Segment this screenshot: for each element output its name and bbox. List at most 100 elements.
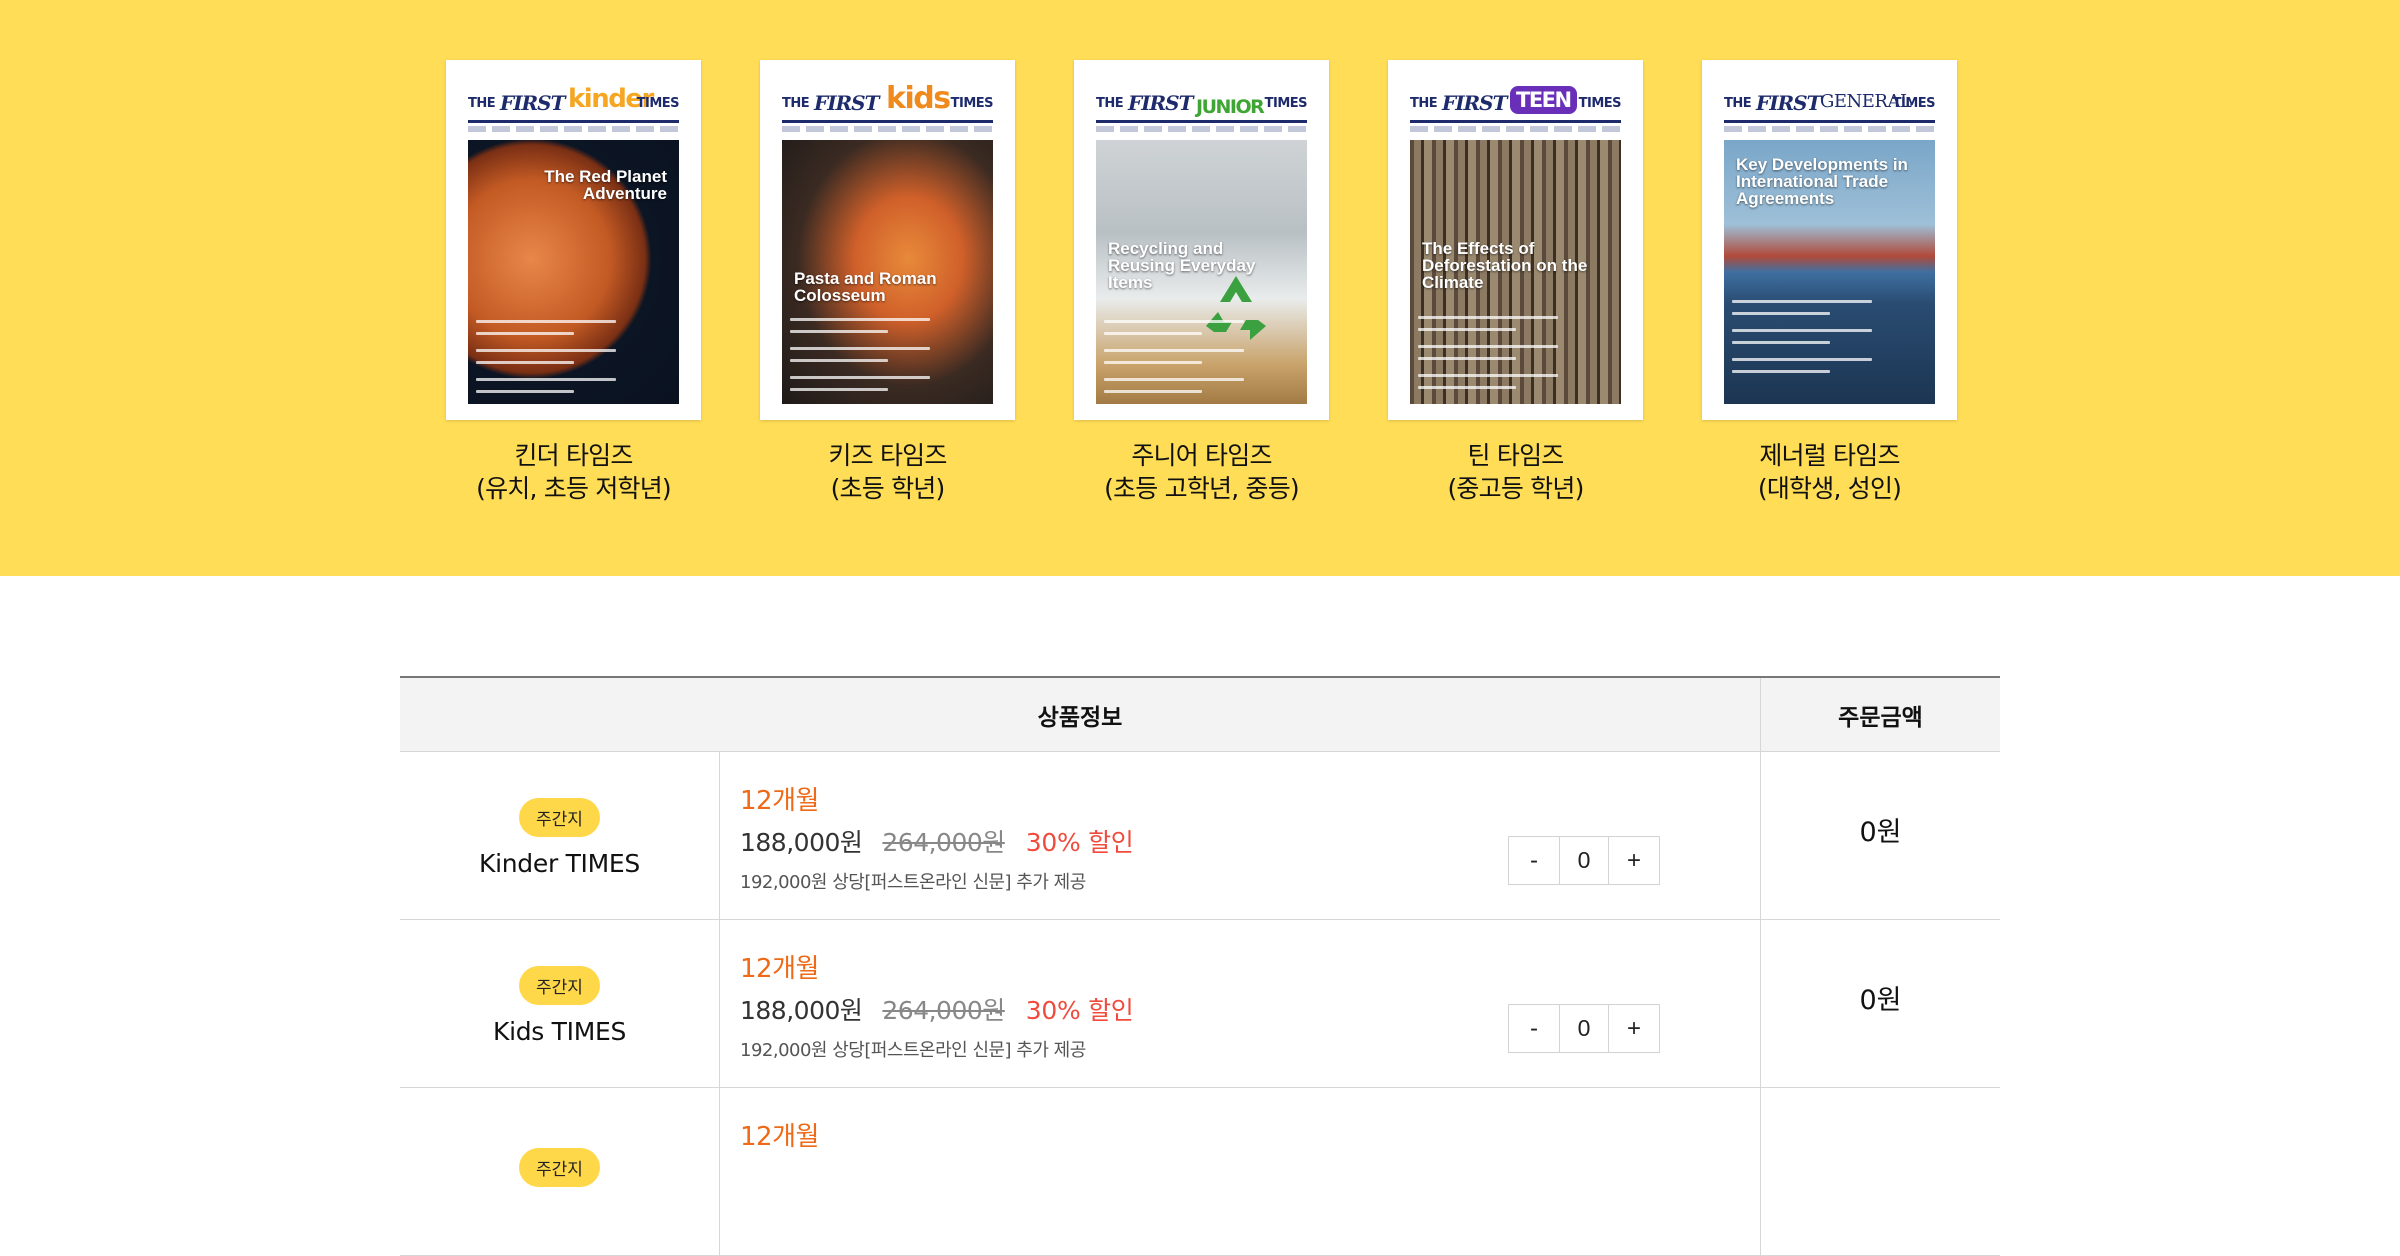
order-amount: 0원 <box>1760 752 2000 919</box>
frequency-badge: 주간지 <box>519 1148 600 1187</box>
masthead-brand: TEEN <box>1510 86 1577 114</box>
discount-label: 30% 할인 <box>1025 996 1134 1025</box>
cover-caption: 킨더 타임즈 (유치, 초등 저학년) <box>476 439 672 505</box>
frequency-badge: 주간지 <box>519 965 600 1005</box>
masthead: THE FIRST JUNIOR TIMES <box>1096 74 1308 132</box>
sale-price: 188,000원 <box>740 828 863 857</box>
masthead-first: FIRST <box>1128 91 1194 115</box>
masthead-rule <box>1410 120 1621 123</box>
cover-caption: 틴 타임즈 (중고등 학년) <box>1447 439 1584 505</box>
plan-info-cell: 12개월 188,000원 264,000원 30% 할인 192,000원 상… <box>720 920 1760 1087</box>
cover-audience: (초등 고학년, 중등) <box>1104 474 1300 503</box>
plan-info-cell: 12개월 188,000원 264,000원 30% 할인 192,000원 상… <box>720 752 1760 919</box>
cover-caption: 키즈 타임즈 (초등 학년) <box>828 439 947 505</box>
masthead-first: FIRST <box>1756 91 1822 115</box>
quantity-stepper: - 0 + <box>1508 1004 1660 1053</box>
cover-photo-ship: Key Developments in International Trade … <box>1724 140 1935 404</box>
plan-duration: 12개월 <box>740 1122 819 1152</box>
cover-toc <box>790 318 930 405</box>
cover-card-junior[interactable]: THE FIRST JUNIOR TIMES Recycling and Reu… <box>1074 60 1329 505</box>
cover-caption: 제너럴 타임즈 (대학생, 성인) <box>1757 439 1902 505</box>
cover-caption: 주니어 타임즈 (초등 고학년, 중등) <box>1104 439 1300 505</box>
cover-card-kinder[interactable]: THE FIRST kinder TIMES The Red Planet Ad… <box>446 60 701 505</box>
cover-toc <box>1732 300 1872 387</box>
cover-headline: Key Developments in International Trade … <box>1736 155 1908 208</box>
masthead-first: FIRST <box>814 91 880 115</box>
cover-headline: The Red Planet Adventure <box>544 167 667 203</box>
masthead-times: TIMES <box>950 96 994 111</box>
table-row: 주간지 12개월 <box>400 1088 2000 1256</box>
masthead-rule <box>1096 120 1307 123</box>
cover-card-kids[interactable]: THE FIRST kids TIMES Pasta and Roman Col… <box>760 60 1015 505</box>
frequency-badge: 주간지 <box>519 797 600 837</box>
price-line: 188,000원 264,000원 30% 할인 <box>740 991 1134 1027</box>
masthead: THE FIRST GENERAL TIMES <box>1724 74 1936 132</box>
table-header: 상품정보 주문금액 <box>400 676 2000 752</box>
masthead-the: THE <box>1096 96 1124 111</box>
cover-name: 주니어 타임즈 <box>1131 441 1272 470</box>
cover-toc <box>476 320 616 407</box>
cover-image-kids[interactable]: THE FIRST kids TIMES Pasta and Roman Col… <box>760 60 1015 420</box>
cover-image-kinder[interactable]: THE FIRST kinder TIMES The Red Planet Ad… <box>446 60 701 420</box>
masthead-first: FIRST <box>500 91 566 115</box>
masthead-subrule <box>468 126 679 132</box>
cover-name: 틴 타임즈 <box>1467 441 1565 470</box>
cover-audience: (유치, 초등 저학년) <box>476 474 672 503</box>
plan-duration: 12개월 <box>740 954 819 984</box>
cover-photo-recycling: Recycling and Reusing Everyday Items <box>1096 140 1307 404</box>
product-cell: 주간지 Kids TIMES <box>400 920 720 1087</box>
masthead-times: TIMES <box>636 96 680 111</box>
masthead-brand: JUNIOR <box>1196 96 1265 118</box>
table-row: 주간지 Kinder TIMES 12개월 188,000원 264,000원 … <box>400 752 2000 920</box>
sale-price: 188,000원 <box>740 996 863 1025</box>
masthead-subrule <box>1096 126 1307 132</box>
masthead-the: THE <box>1724 96 1752 111</box>
original-price: 264,000원 <box>882 828 1005 857</box>
cover-audience: (중고등 학년) <box>1447 474 1584 503</box>
cover-name: 킨더 타임즈 <box>514 441 633 470</box>
product-name: Kids TIMES <box>492 1016 627 1046</box>
masthead-subrule <box>782 126 993 132</box>
masthead-times: TIMES <box>1578 96 1622 111</box>
masthead: THE FIRST TEEN TIMES <box>1410 74 1622 132</box>
masthead-the: THE <box>1410 96 1438 111</box>
masthead-first: FIRST <box>1442 91 1508 115</box>
cover-photo-forest: The Effects of Deforestation on the Clim… <box>1410 140 1621 404</box>
cover-name: 제너럴 타임즈 <box>1759 441 1900 470</box>
cover-card-teen[interactable]: THE FIRST TEEN TIMES The Effects of Defo… <box>1388 60 1643 505</box>
cover-name: 키즈 타임즈 <box>828 441 947 470</box>
quantity-value[interactable]: 0 <box>1559 837 1609 884</box>
column-header-order-amount: 주문금액 <box>1760 678 2000 751</box>
quantity-stepper: - 0 + <box>1508 836 1660 885</box>
masthead: THE FIRST kids TIMES <box>782 74 994 132</box>
masthead-rule <box>782 120 993 123</box>
increment-button[interactable]: + <box>1609 837 1659 884</box>
decrement-button[interactable]: - <box>1509 837 1559 884</box>
discount-label: 30% 할인 <box>1025 828 1134 857</box>
order-amount <box>1760 1088 2000 1255</box>
bonus-note: 192,000원 상당[퍼스트온라인 신문] 추가 제공 <box>740 872 1086 893</box>
masthead-times: TIMES <box>1892 96 1936 111</box>
increment-button[interactable]: + <box>1609 1005 1659 1052</box>
order-amount: 0원 <box>1760 920 2000 1087</box>
table-row: 주간지 Kids TIMES 12개월 188,000원 264,000원 30… <box>400 920 2000 1088</box>
cover-card-general[interactable]: THE FIRST GENERAL TIMES Key Developments… <box>1702 60 1957 505</box>
cover-headline: The Effects of Deforestation on the Clim… <box>1422 239 1588 292</box>
cover-audience: (초등 학년) <box>830 474 946 503</box>
cover-audience: (대학생, 성인) <box>1757 474 1902 503</box>
decrement-button[interactable]: - <box>1509 1005 1559 1052</box>
masthead-the: THE <box>468 96 496 111</box>
product-cell: 주간지 <box>400 1088 720 1255</box>
masthead-rule <box>468 120 679 123</box>
product-cell: 주간지 Kinder TIMES <box>400 752 720 919</box>
product-hero: THE FIRST kinder TIMES The Red Planet Ad… <box>0 0 2400 576</box>
cover-toc <box>1418 316 1558 403</box>
cover-image-general[interactable]: THE FIRST GENERAL TIMES Key Developments… <box>1702 60 1957 420</box>
cover-image-teen[interactable]: THE FIRST TEEN TIMES The Effects of Defo… <box>1388 60 1643 420</box>
masthead-brand: kids <box>886 81 951 116</box>
product-name: Kinder TIMES <box>479 848 640 878</box>
cover-image-junior[interactable]: THE FIRST JUNIOR TIMES Recycling and Reu… <box>1074 60 1329 420</box>
quantity-value[interactable]: 0 <box>1559 1005 1609 1052</box>
masthead-subrule <box>1410 126 1621 132</box>
order-table: 상품정보 주문금액 주간지 Kinder TIMES 12개월 188,000원… <box>400 676 2000 1256</box>
